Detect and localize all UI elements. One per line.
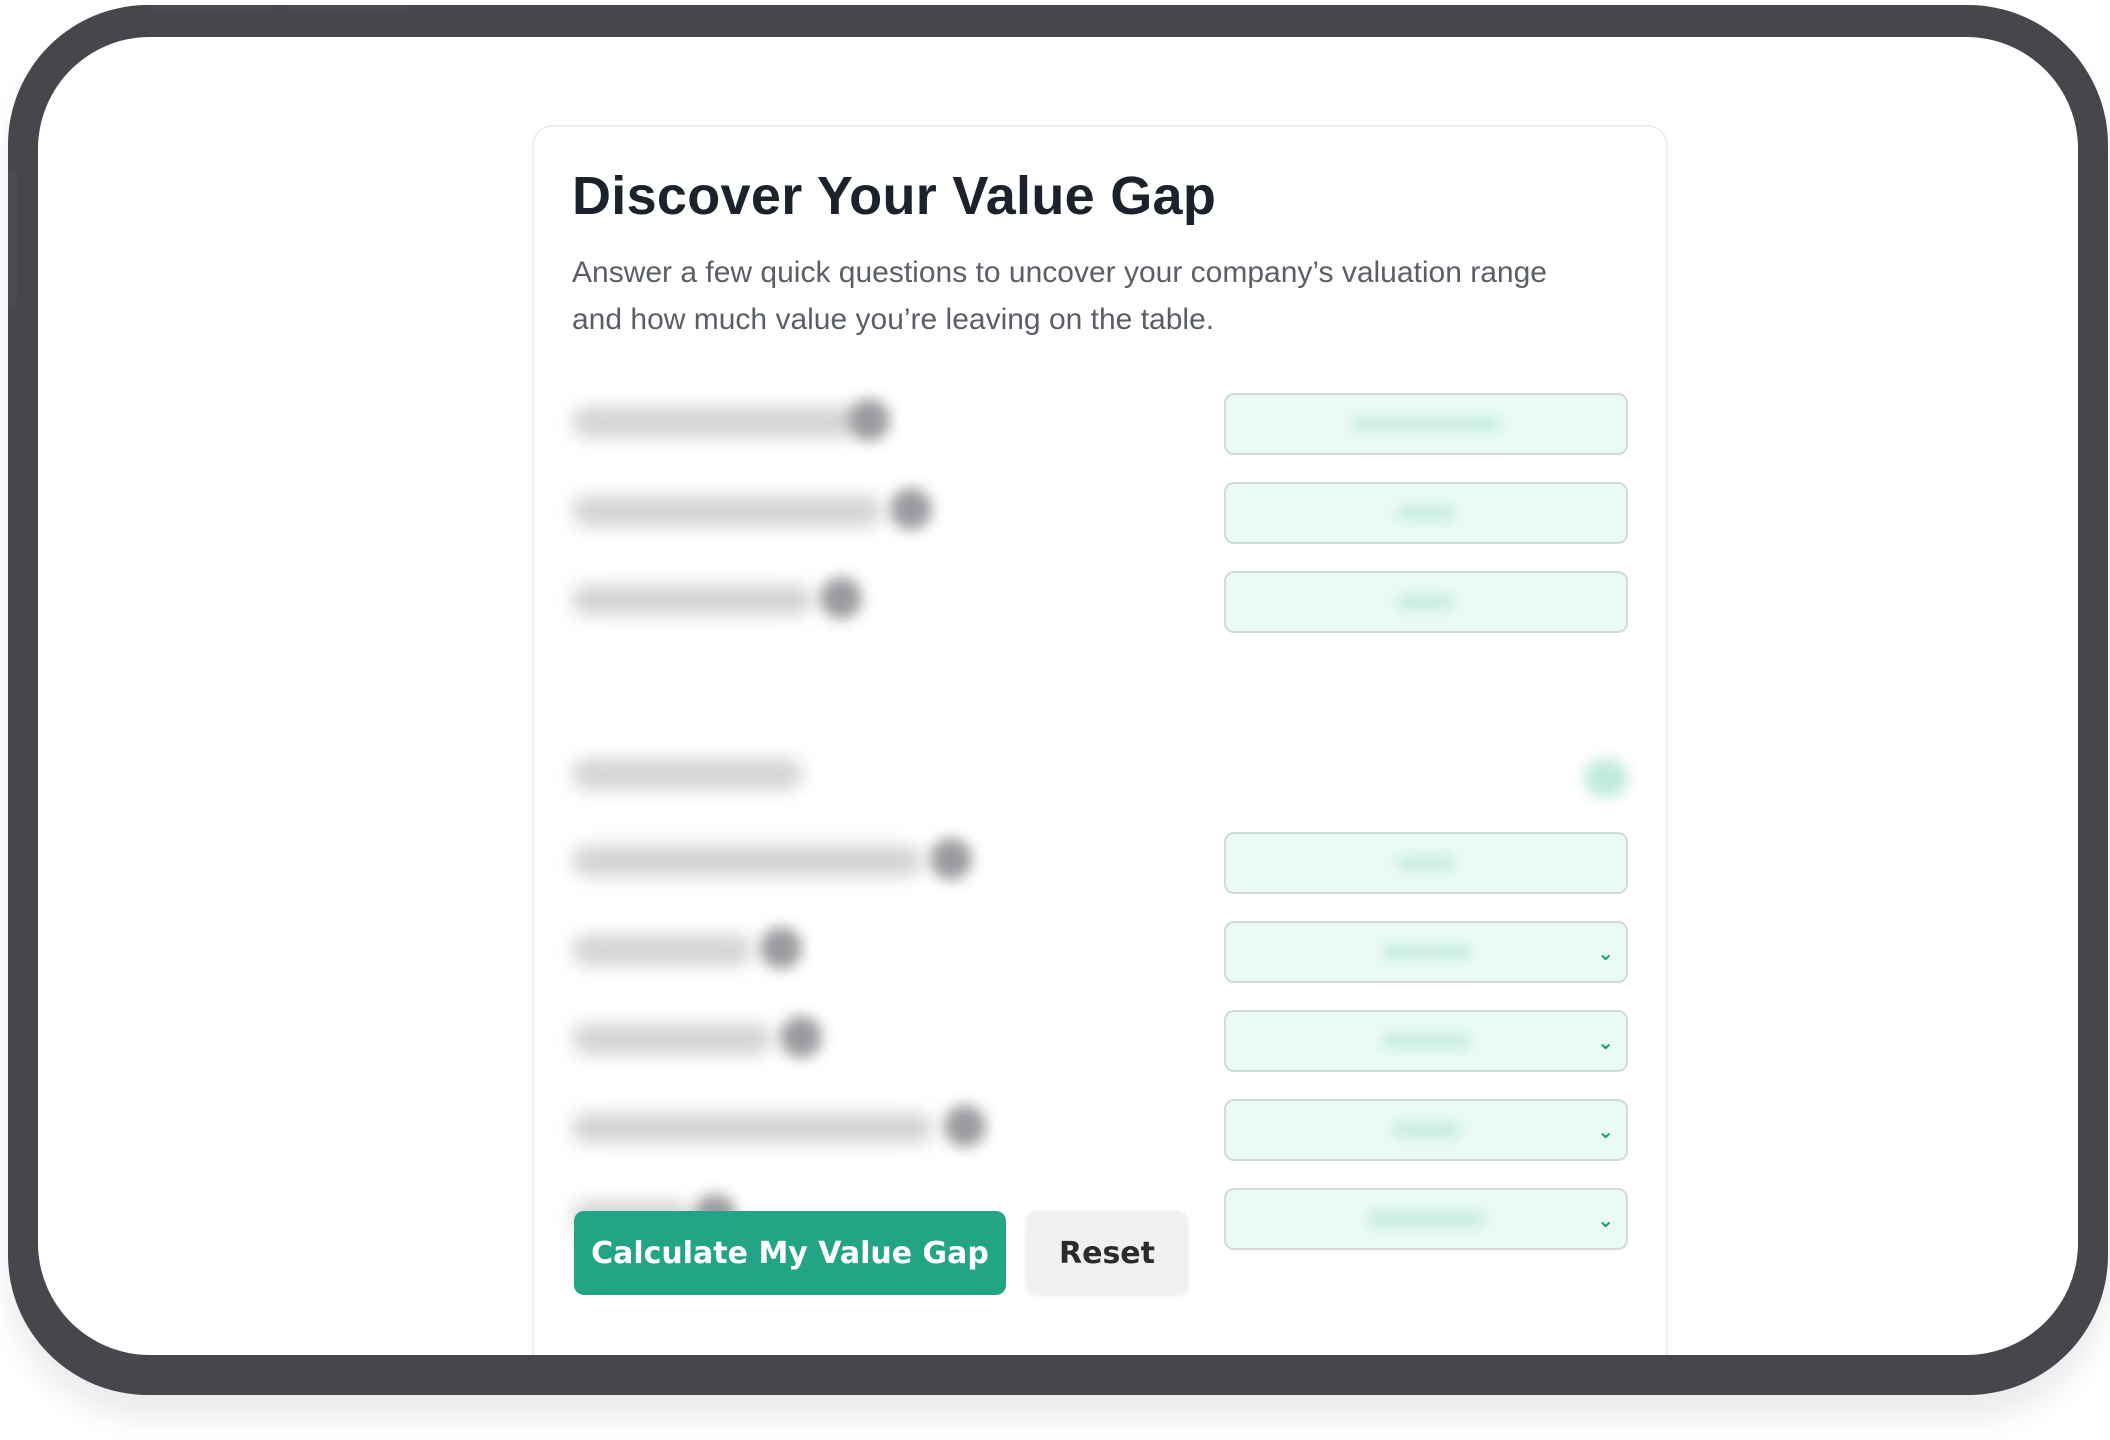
select-dropdown[interactable]: ⌄: [1224, 921, 1628, 983]
input-value: [1396, 855, 1456, 871]
select-dropdown[interactable]: ⌄: [1224, 1099, 1628, 1161]
form-row: [534, 745, 1666, 811]
device-button-side: [8, 170, 17, 306]
select-value: [1381, 1033, 1471, 1049]
form-row: ⌄: [534, 1099, 1666, 1165]
select-value: [1366, 1211, 1486, 1227]
field-label: [572, 1024, 772, 1054]
select-dropdown[interactable]: ⌄: [1224, 1188, 1628, 1250]
field-label: [572, 585, 812, 615]
info-icon[interactable]: [760, 927, 802, 969]
text-input[interactable]: [1224, 482, 1628, 544]
form-row: [534, 482, 1666, 548]
chevron-down-icon: ⌄: [1597, 941, 1614, 965]
select-value: [1391, 1122, 1461, 1138]
select-dropdown[interactable]: ⌄: [1224, 1010, 1628, 1072]
field-label: [572, 846, 922, 876]
field-label: [572, 496, 882, 526]
device-button-top: [290, 5, 410, 11]
input-value: [1396, 505, 1456, 521]
text-input[interactable]: [1224, 832, 1628, 894]
tablet-screen: Discover Your Value Gap Answer a few qui…: [38, 37, 2078, 1355]
tablet-frame: Discover Your Value Gap Answer a few qui…: [8, 5, 2108, 1395]
form-row: ⌄: [534, 1010, 1666, 1076]
info-icon[interactable]: [848, 399, 890, 441]
field-label: [572, 1113, 932, 1143]
reset-button[interactable]: Reset: [1026, 1211, 1188, 1295]
info-icon[interactable]: [890, 488, 932, 530]
chevron-down-icon: ⌄: [1597, 1208, 1614, 1232]
info-icon[interactable]: [930, 838, 972, 880]
form-row: [534, 393, 1666, 459]
form-row: [534, 571, 1666, 637]
input-value: [1396, 594, 1456, 610]
form-row: [534, 832, 1666, 898]
info-icon[interactable]: [944, 1105, 986, 1147]
info-icon[interactable]: [780, 1016, 822, 1058]
text-input[interactable]: [1224, 393, 1628, 455]
device-button-top: [153, 5, 271, 11]
calculate-button[interactable]: Calculate My Value Gap: [574, 1211, 1006, 1295]
form-fields: ⌄ ⌄ ⌄ ⌄: [534, 127, 1666, 1355]
chevron-down-icon: ⌄: [1597, 1119, 1614, 1143]
select-value: [1381, 944, 1471, 960]
value-gap-form-card: Discover Your Value Gap Answer a few qui…: [532, 125, 1668, 1355]
field-label: [572, 759, 802, 789]
text-input[interactable]: [1224, 571, 1628, 633]
field-label: [572, 935, 752, 965]
field-label: [572, 407, 857, 437]
info-icon[interactable]: [820, 577, 862, 619]
form-row: ⌄: [534, 921, 1666, 987]
input-value: [1351, 416, 1501, 432]
chevron-down-icon: ⌄: [1597, 1030, 1614, 1054]
toggle-switch[interactable]: [1584, 759, 1628, 797]
